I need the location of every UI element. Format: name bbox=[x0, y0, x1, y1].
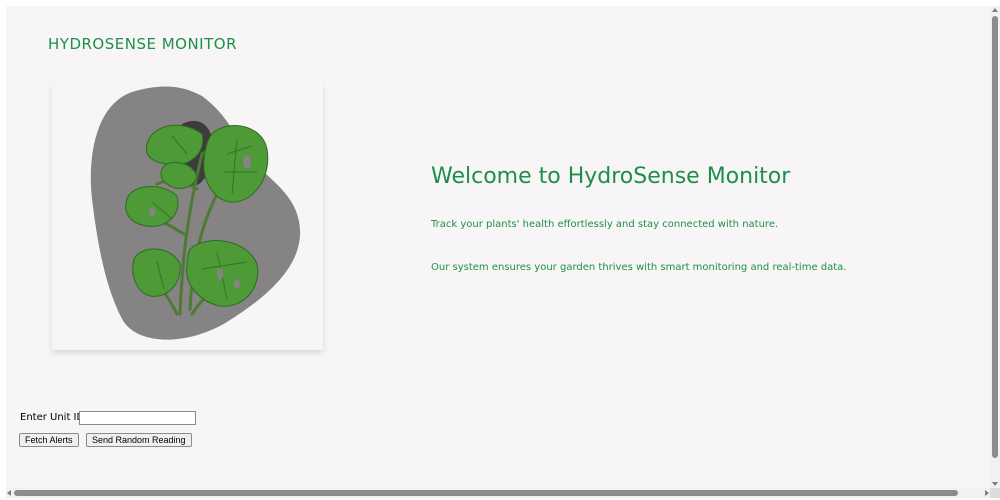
horizontal-scroll-thumb[interactable] bbox=[14, 490, 958, 496]
page-viewport: HYDROSENSE MONITOR Welcome to HydroSense… bbox=[6, 6, 990, 488]
hero-description: Our system ensures your garden thrives w… bbox=[431, 262, 847, 273]
scroll-up-icon[interactable] bbox=[992, 8, 998, 12]
send-random-reading-button[interactable]: Send Random Reading bbox=[86, 433, 192, 447]
scroll-right-icon[interactable] bbox=[985, 490, 989, 496]
vertical-scroll-thumb[interactable] bbox=[992, 16, 998, 458]
monstera-plant-illustration bbox=[90, 86, 301, 340]
fetch-alerts-button[interactable]: Fetch Alerts bbox=[19, 433, 79, 447]
hero-title: Welcome to HydroSense Monitor bbox=[431, 164, 791, 189]
unit-id-input[interactable] bbox=[79, 411, 196, 425]
plant-image-card bbox=[52, 84, 323, 350]
vertical-scrollbar[interactable] bbox=[990, 6, 1000, 488]
brand-title[interactable]: HYDROSENSE MONITOR bbox=[48, 35, 237, 53]
horizontal-scrollbar[interactable] bbox=[6, 488, 990, 498]
scroll-down-icon[interactable] bbox=[992, 482, 998, 486]
scroll-left-icon[interactable] bbox=[7, 490, 11, 496]
unit-id-label: Enter Unit ID: bbox=[20, 412, 88, 423]
scrollbar-corner bbox=[990, 488, 1000, 498]
hero-tagline: Track your plants' health effortlessly a… bbox=[431, 219, 779, 230]
